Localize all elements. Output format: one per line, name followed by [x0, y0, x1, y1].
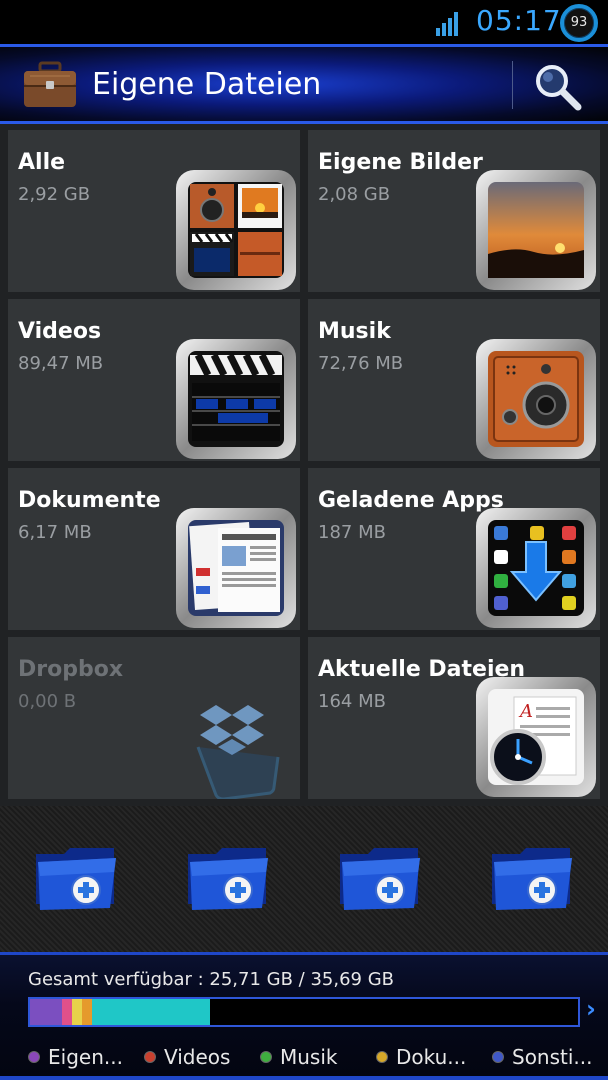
legend-label: Eigen...	[48, 1045, 123, 1069]
storage-segment-music	[72, 999, 82, 1025]
sunset-image-icon	[476, 170, 596, 290]
category-size: 2,92 GB	[18, 184, 91, 205]
storage-summary[interactable]: Gesamt verfügbar : 25,71 GB / 35,69 GB ›…	[0, 952, 608, 1080]
legend-dot	[376, 1050, 388, 1063]
category-title: Dokumente	[18, 488, 161, 513]
category-title: Dropbox	[18, 657, 124, 682]
storage-segment-documents	[82, 999, 92, 1025]
add-folder-icon[interactable]	[338, 844, 422, 914]
shortcut-folder-bar	[0, 806, 608, 952]
legend-dot	[144, 1050, 156, 1063]
legend-label: Musik	[280, 1045, 338, 1069]
category-size: 0,00 B	[18, 691, 77, 712]
category-tile-videos[interactable]: Videos 89,47 MB	[8, 299, 300, 461]
search-icon[interactable]	[530, 59, 586, 115]
category-tile-eigene-bilder[interactable]: Eigene Bilder 2,08 GB	[308, 130, 600, 292]
storage-segment-videos	[62, 999, 72, 1025]
storage-segment-other	[92, 999, 210, 1025]
status-bar: 05:17 93	[0, 0, 608, 44]
status-clock: 05:17	[476, 4, 562, 37]
legend-dot	[28, 1050, 40, 1063]
legend-label: Videos	[164, 1045, 231, 1069]
category-size: 72,76 MB	[318, 353, 404, 374]
category-size: 187 MB	[318, 522, 386, 543]
category-title: Eigene Bilder	[318, 150, 483, 175]
page-title: Eigene Dateien	[92, 67, 322, 102]
speaker-icon	[476, 339, 596, 459]
bottom-accent-line	[0, 1076, 608, 1080]
legend-dot	[492, 1050, 504, 1063]
category-tile-aktuelle-dateien[interactable]: Aktuelle Dateien 164 MB A	[308, 637, 600, 799]
category-title: Videos	[18, 319, 102, 344]
category-tile-alle[interactable]: Alle 2,92 GB	[8, 130, 300, 292]
category-size: 6,17 MB	[18, 522, 92, 543]
category-tile-musik[interactable]: Musik 72,76 MB	[308, 299, 600, 461]
action-bar-divider	[512, 61, 513, 109]
category-title: Musik	[318, 319, 391, 344]
legend-label: Sonsti...	[512, 1045, 593, 1069]
dropbox-icon	[196, 705, 280, 799]
apps-download-icon	[476, 508, 596, 628]
legend-item-music: Musik	[260, 1045, 338, 1069]
recent-document-clock-icon: A	[476, 677, 596, 797]
chevron-right-icon[interactable]: ›	[586, 995, 596, 1023]
add-folder-icon[interactable]	[34, 844, 118, 914]
category-tile-dropbox[interactable]: Dropbox 0,00 B	[8, 637, 300, 799]
storage-segment-images	[30, 999, 62, 1025]
legend-dot	[260, 1050, 272, 1063]
legend-item-videos: Videos	[144, 1045, 230, 1069]
category-tile-dokumente[interactable]: Dokumente 6,17 MB	[8, 468, 300, 630]
add-folder-icon[interactable]	[490, 844, 574, 914]
add-folder-icon[interactable]	[186, 844, 270, 914]
svg-text:A: A	[518, 701, 533, 722]
newspaper-icon	[176, 508, 296, 628]
signal-bars-icon	[436, 10, 464, 36]
action-bar: Eigene Dateien	[0, 44, 608, 124]
legend-label: Doku...	[396, 1045, 467, 1069]
legend-item-other: Sonsti...	[492, 1045, 593, 1069]
category-size: 164 MB	[318, 691, 386, 712]
category-size: 2,08 GB	[318, 184, 391, 205]
battery-level: 93	[570, 15, 588, 30]
category-title: Alle	[18, 150, 66, 175]
legend-item-images: Eigen...	[28, 1045, 123, 1069]
category-size: 89,47 MB	[18, 353, 104, 374]
clapperboard-icon	[176, 339, 296, 459]
category-tile-geladene-apps[interactable]: Geladene Apps 187 MB	[308, 468, 600, 630]
storage-usage-bar	[28, 997, 580, 1027]
briefcase-icon[interactable]	[22, 61, 78, 109]
all-files-collage-icon	[176, 170, 296, 290]
battery-indicator: 93	[560, 4, 598, 42]
storage-label: Gesamt verfügbar : 25,71 GB / 35,69 GB	[28, 969, 395, 990]
legend-item-documents: Doku...	[376, 1045, 466, 1069]
category-grid: Alle 2,92 GB Eigene Bilder 2,08 GB Video…	[0, 124, 608, 806]
